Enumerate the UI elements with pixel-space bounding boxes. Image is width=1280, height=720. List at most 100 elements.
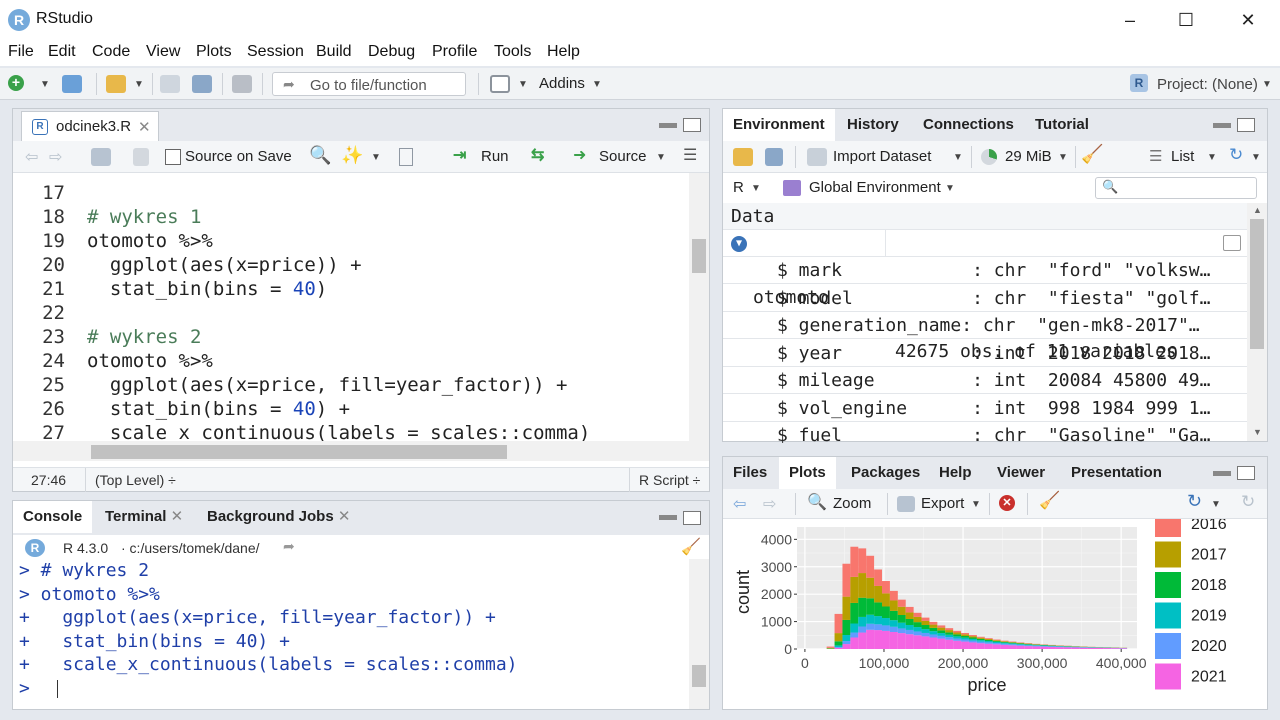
chevron-down-icon[interactable]: ▼: [1262, 79, 1272, 90]
object-row-otomoto[interactable]: ▼ otomoto 42675 obs. of 11 variables: [723, 230, 1247, 362]
lines-menu-icon[interactable]: ☰: [683, 145, 697, 165]
export-button[interactable]: Export: [921, 495, 964, 512]
print-icon[interactable]: [232, 75, 252, 93]
save-icon[interactable]: [133, 148, 149, 166]
scroll-up-icon[interactable]: ▲: [1253, 205, 1262, 215]
tab-presentation[interactable]: Presentation: [1061, 457, 1172, 489]
chevron-down-icon[interactable]: ▼: [518, 79, 528, 90]
previous-plot-icon[interactable]: ⇦: [733, 494, 746, 514]
editor-vertical-scrollbar[interactable]: [689, 173, 709, 461]
addins-menu[interactable]: Addins: [539, 75, 585, 92]
environment-scope-selector[interactable]: Global Environment: [809, 179, 941, 196]
menu-debug[interactable]: Debug: [368, 43, 415, 61]
language-selector[interactable]: R: [733, 179, 744, 196]
chevron-down-icon[interactable]: ▼: [945, 183, 955, 194]
tab-help[interactable]: Help: [929, 457, 982, 489]
maximize-pane-icon[interactable]: [683, 118, 701, 132]
go-to-directory-icon[interactable]: ➦: [283, 538, 295, 555]
remove-plot-icon[interactable]: ✕: [999, 495, 1015, 511]
scroll-thumb[interactable]: [1250, 219, 1264, 349]
variable-row[interactable]: $ mark : chr "ford" "volksw…: [723, 257, 1247, 284]
close-tab-icon[interactable]: ✕: [138, 118, 151, 136]
tab-plots[interactable]: Plots: [779, 457, 836, 489]
chevron-down-icon[interactable]: ▼: [134, 79, 144, 90]
chevron-down-icon[interactable]: ▼: [971, 499, 981, 510]
file-type-selector[interactable]: R Script ÷: [639, 472, 700, 488]
import-dataset-button[interactable]: Import Dataset: [833, 148, 931, 165]
working-directory[interactable]: · c:/users/tomek/dane/: [121, 540, 260, 556]
chevron-down-icon[interactable]: ▼: [1211, 499, 1221, 510]
menu-profile[interactable]: Profile: [432, 43, 477, 61]
run-arrow-icon[interactable]: ⇥: [453, 145, 466, 165]
source-on-save-checkbox[interactable]: [165, 149, 181, 165]
maximize-button[interactable]: ☐: [1156, 0, 1216, 40]
save-all-icon[interactable]: [192, 75, 212, 93]
clear-workspace-icon[interactable]: 🧹: [1081, 144, 1103, 165]
tab-files[interactable]: Files: [723, 457, 777, 489]
project-icon[interactable]: R: [1130, 74, 1148, 92]
tab-console[interactable]: Console: [13, 501, 93, 533]
scroll-down-icon[interactable]: ▼: [1253, 427, 1262, 437]
scroll-thumb[interactable]: [692, 665, 706, 687]
memory-pie-icon[interactable]: [981, 149, 997, 165]
minimize-button[interactable]: –: [1100, 0, 1160, 40]
menu-code[interactable]: Code: [92, 43, 130, 61]
maximize-pane-icon[interactable]: [1237, 118, 1255, 132]
zoom-icon[interactable]: 🔍: [807, 492, 827, 512]
menu-tools[interactable]: Tools: [494, 43, 531, 61]
menu-file[interactable]: File: [8, 43, 34, 61]
view-mode-selector[interactable]: List: [1171, 148, 1194, 165]
new-file-icon[interactable]: +: [8, 75, 24, 91]
tab-history[interactable]: History: [837, 109, 909, 141]
chevron-down-icon[interactable]: ▼: [953, 152, 963, 163]
source-arrow-icon[interactable]: ➜: [573, 145, 586, 165]
variable-row[interactable]: $ vol_engine : int 998 1984 999 1…: [723, 395, 1247, 422]
pane-layout-icon[interactable]: [490, 75, 510, 93]
zoom-button[interactable]: Zoom: [833, 495, 871, 512]
project-menu[interactable]: Project: (None): [1157, 76, 1258, 93]
close-tab-icon[interactable]: ✕: [171, 508, 184, 525]
open-folder-icon[interactable]: [106, 75, 126, 93]
menu-plots[interactable]: Plots: [196, 43, 232, 61]
show-in-window-icon[interactable]: [91, 148, 111, 166]
menu-help[interactable]: Help: [547, 43, 580, 61]
chevron-down-icon[interactable]: ▼: [40, 79, 50, 90]
minimize-pane-icon[interactable]: [659, 123, 677, 128]
rerun-icon[interactable]: ⇆: [531, 145, 544, 165]
scope-selector[interactable]: (Top Level) ÷: [95, 472, 176, 488]
code-editor[interactable]: 17 18 # wykres 1 19 otomoto %>% 20 ggplot(aes…: [13, 173, 689, 461]
chevron-down-icon[interactable]: ▼: [592, 79, 602, 90]
source-button[interactable]: Source: [599, 148, 647, 165]
menu-build[interactable]: Build: [316, 43, 352, 61]
save-icon[interactable]: [160, 75, 180, 93]
variable-row[interactable]: $ generation_name: chr "gen-mk8-2017"…: [723, 312, 1247, 339]
chevron-down-icon[interactable]: ▼: [1058, 152, 1068, 163]
tab-connections[interactable]: Connections: [913, 109, 1024, 141]
menu-session[interactable]: Session: [247, 43, 304, 61]
new-project-icon[interactable]: [62, 75, 82, 93]
chevron-down-icon[interactable]: ▼: [1251, 152, 1261, 163]
clear-console-icon[interactable]: 🧹: [681, 537, 701, 557]
editor-horizontal-scrollbar[interactable]: [13, 441, 689, 461]
minimize-pane-icon[interactable]: [1213, 123, 1231, 128]
export-icon[interactable]: [897, 496, 915, 512]
back-arrow-icon[interactable]: ⇦: [25, 147, 38, 167]
console-scrollbar[interactable]: [689, 559, 709, 709]
tab-terminal[interactable]: Terminal ✕: [95, 501, 193, 533]
environment-scrollbar[interactable]: ▲ ▼: [1247, 203, 1267, 441]
next-plot-icon[interactable]: ⇨: [763, 494, 776, 514]
document-outline-icon[interactable]: [399, 148, 413, 166]
menu-view[interactable]: View: [146, 43, 180, 61]
goto-file-function-input[interactable]: ➦ Go to file/function: [272, 72, 466, 96]
expand-icon[interactable]: ▼: [731, 236, 747, 252]
maximize-pane-icon[interactable]: [683, 511, 701, 525]
variable-row[interactable]: $ fuel : chr "Gasoline" "Ga…: [723, 422, 1247, 443]
scroll-thumb[interactable]: [91, 445, 507, 459]
save-workspace-icon[interactable]: [765, 148, 783, 166]
chevron-down-icon[interactable]: ▼: [371, 152, 381, 163]
chevron-down-icon[interactable]: ▼: [751, 183, 761, 194]
memory-usage[interactable]: 29 MiB: [1005, 148, 1052, 165]
refresh-icon[interactable]: ↻: [1229, 145, 1243, 165]
load-workspace-icon[interactable]: [733, 148, 753, 166]
menu-edit[interactable]: Edit: [48, 43, 76, 61]
